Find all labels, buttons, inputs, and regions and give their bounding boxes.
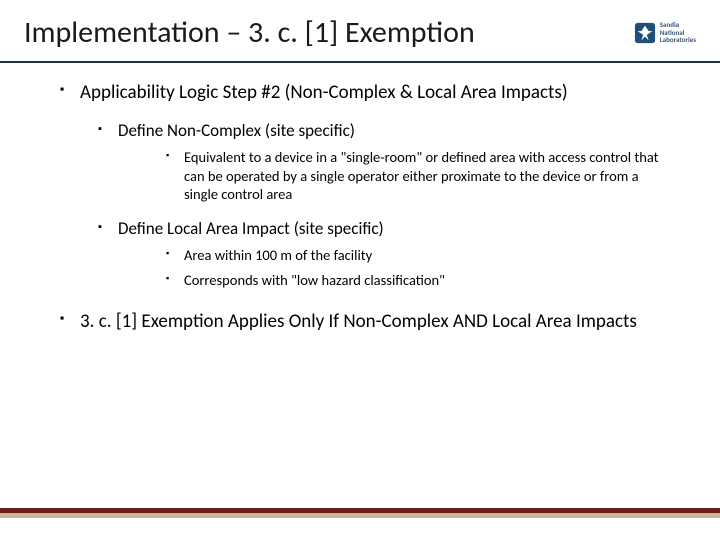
list-item: Area within 100 m of the facility [166,246,660,265]
item-text: Corresponds with "low hazard classificat… [184,271,445,289]
thunderbird-icon [634,22,656,44]
sandia-logo: Sandia National Laboratories [634,21,696,43]
footer-accent [0,508,720,518]
item-text: 3. c. [1] Exemption Applies Only If Non-… [80,310,637,333]
logo-text: Sandia National Laboratories [660,21,696,43]
list-item: Equivalent to a device in a "single-room… [166,148,660,205]
slide-title: Implementation – 3. c. [1] Exemption [24,14,634,51]
item-text: Define Local Area Impact (site specific) [118,218,384,239]
footer-bar-light [0,513,720,518]
content-area: Applicability Logic Step #2 (Non-Complex… [0,63,720,335]
list-item: 3. c. [1] Exemption Applies Only If Non-… [60,310,660,335]
logo-line3: Laboratories [660,36,696,43]
item-text: Area within 100 m of the facility [184,246,372,264]
list-item: Corresponds with "low hazard classificat… [166,271,660,290]
slide: Implementation – 3. c. [1] Exemption San… [0,0,720,540]
list-item: Define Non-Complex (site specific) Equiv… [98,120,660,205]
bullet-list: Applicability Logic Step #2 (Non-Complex… [60,81,660,335]
item-text: Applicability Logic Step #2 (Non-Complex… [80,81,568,104]
item-text: Equivalent to a device in a "single-room… [184,148,659,204]
item-text: Define Non-Complex (site specific) [118,120,355,141]
title-row: Implementation – 3. c. [1] Exemption San… [0,0,720,57]
list-item: Define Local Area Impact (site specific)… [98,218,660,290]
list-item: Applicability Logic Step #2 (Non-Complex… [60,81,660,290]
